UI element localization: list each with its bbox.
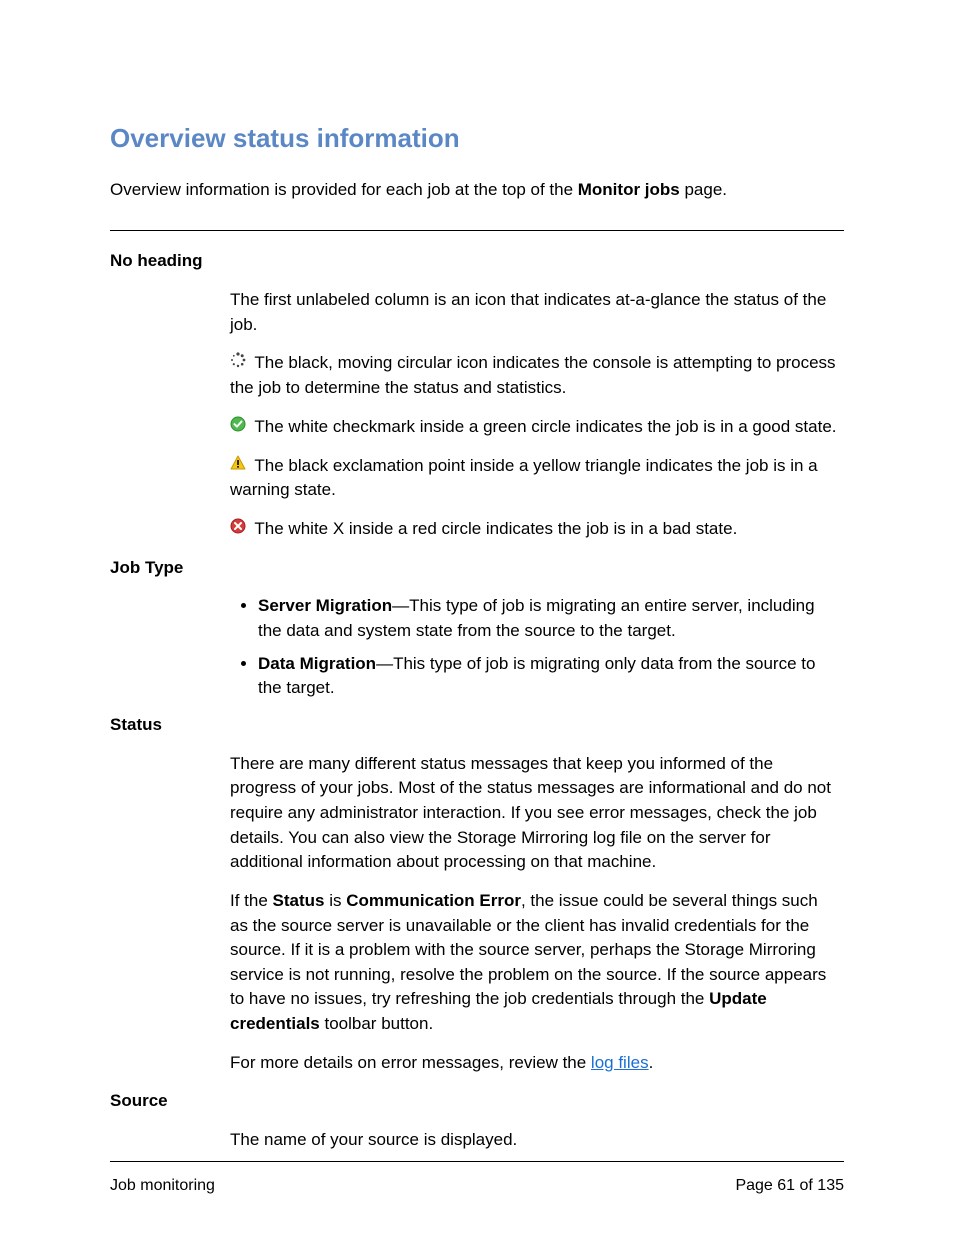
page-footer: Job monitoring Page 61 of 135 <box>110 1161 844 1197</box>
intro-bold: Monitor jobs <box>578 180 680 199</box>
source-p1: The name of your source is displayed. <box>230 1128 838 1153</box>
list-item: Data Migration—This type of job is migra… <box>258 652 838 701</box>
log-files-link[interactable]: log files <box>591 1053 649 1072</box>
section-label-no-heading: No heading <box>110 249 844 274</box>
status-p1: There are many different status messages… <box>230 752 838 875</box>
warning-icon <box>230 454 246 479</box>
intro-paragraph: Overview information is provided for eac… <box>110 178 844 203</box>
success-icon <box>230 415 246 440</box>
status-p2-before: If the <box>230 891 273 910</box>
icon-row-warning: The black exclamation point inside a yel… <box>230 454 838 503</box>
status-p3-after: . <box>649 1053 654 1072</box>
processing-icon <box>230 351 246 376</box>
status-p2-b2: Communication Error <box>346 891 521 910</box>
error-icon <box>230 517 246 542</box>
document-page: Overview status information Overview inf… <box>0 0 954 1235</box>
icon-error-text: The white X inside a red circle indicate… <box>250 519 737 538</box>
icon-processing-text: The black, moving circular icon indicate… <box>230 353 836 397</box>
icon-good-text: The white checkmark inside a green circl… <box>250 417 837 436</box>
page-title: Overview status information <box>110 120 844 158</box>
section-label-source: Source <box>110 1089 844 1114</box>
section-body-no-heading: The first unlabeled column is an icon th… <box>110 288 844 542</box>
section-label-job-type: Job Type <box>110 556 844 581</box>
status-p2-mid: is <box>325 891 347 910</box>
intro-text-after: page. <box>680 180 727 199</box>
job-type-bold: Server Migration <box>258 596 392 615</box>
job-type-list: Server Migration—This type of job is mig… <box>230 594 838 701</box>
no-heading-p1: The first unlabeled column is an icon th… <box>230 288 838 337</box>
list-item: Server Migration—This type of job is mig… <box>258 594 838 643</box>
status-p2-end: toolbar button. <box>320 1014 433 1033</box>
footer-left: Job monitoring <box>110 1174 215 1197</box>
divider <box>110 230 844 231</box>
icon-row-error: The white X inside a red circle indicate… <box>230 517 838 542</box>
icon-warning-text: The black exclamation point inside a yel… <box>230 456 818 500</box>
status-p3-before: For more details on error messages, revi… <box>230 1053 591 1072</box>
status-p3: For more details on error messages, revi… <box>230 1051 838 1076</box>
status-p2: If the Status is Communication Error, th… <box>230 889 838 1037</box>
icon-row-good: The white checkmark inside a green circl… <box>230 415 838 440</box>
intro-text: Overview information is provided for eac… <box>110 180 578 199</box>
status-p2-b1: Status <box>273 891 325 910</box>
section-body-source: The name of your source is displayed. <box>110 1128 844 1153</box>
job-type-bold: Data Migration <box>258 654 376 673</box>
section-body-job-type: Server Migration—This type of job is mig… <box>110 594 844 701</box>
footer-right: Page 61 of 135 <box>735 1174 844 1197</box>
icon-row-processing: The black, moving circular icon indicate… <box>230 351 838 400</box>
section-label-status: Status <box>110 713 844 738</box>
section-body-status: There are many different status messages… <box>110 752 844 1076</box>
